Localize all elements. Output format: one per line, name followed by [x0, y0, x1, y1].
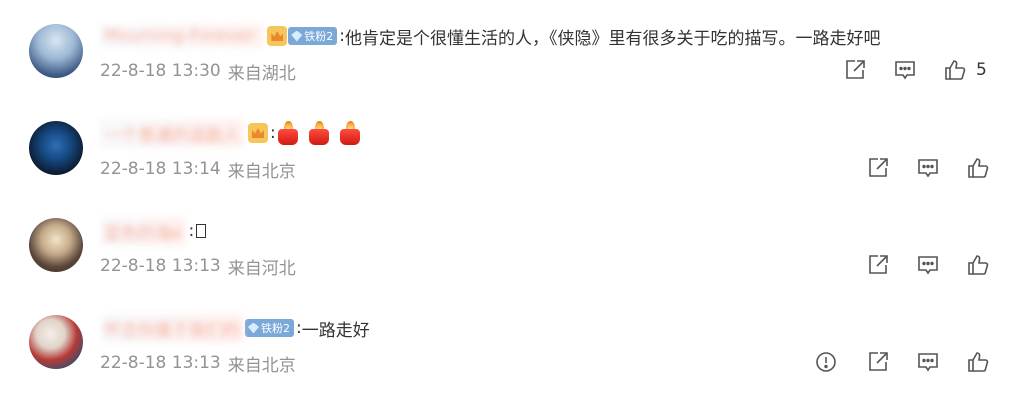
comment-text: 他肯定是个很懂生活的人，《侠隐》里有很多关于吃的描写。一路走好吧: [345, 28, 881, 49]
fan-badge[interactable]: 铁粉2: [245, 319, 294, 337]
unrendered-emoji-icon: [196, 224, 207, 238]
comment-text: 一路走好: [301, 320, 370, 341]
share-icon[interactable]: [865, 349, 891, 375]
like-icon[interactable]: [965, 252, 991, 278]
gem-icon: [291, 30, 303, 42]
comment-time: 22-8-18 13:30: [100, 61, 221, 81]
comment-icon[interactable]: [915, 155, 941, 181]
gem-icon: [248, 322, 259, 334]
username[interactable]: 怀念你属于我们的: [100, 313, 244, 343]
share-icon[interactable]: [865, 252, 891, 278]
comment-time: 22-8-18 13:13: [100, 353, 221, 373]
report-icon[interactable]: [813, 349, 839, 375]
crown-badge-icon: [248, 123, 268, 143]
candle-emoji-icon: [276, 121, 300, 145]
username[interactable]: 一个普通的追剧人: [100, 118, 244, 148]
comment-time: 22-8-18 13:13: [100, 256, 221, 276]
candle-emoji-icon: [307, 121, 331, 145]
share-icon[interactable]: [842, 57, 868, 83]
like-icon[interactable]: [965, 155, 991, 181]
avatar[interactable]: [29, 24, 83, 78]
comment-location: 来自北京: [227, 355, 296, 376]
colon: :: [188, 221, 195, 241]
like-icon[interactable]: [942, 57, 968, 83]
avatar[interactable]: [29, 218, 83, 272]
crown-badge-icon: [267, 26, 288, 46]
share-icon[interactable]: [865, 155, 891, 181]
comment-icon[interactable]: [892, 57, 918, 83]
comment-location: 来自河北: [227, 258, 296, 279]
username[interactable]: 蓝色的海e: [100, 216, 187, 246]
comment-icon[interactable]: [915, 349, 941, 375]
comment-time: 22-8-18 13:14: [100, 159, 221, 179]
comment-location: 来自湖北: [227, 63, 296, 84]
comment-location: 来自北京: [227, 161, 296, 182]
fan-badge[interactable]: 铁粉2: [288, 27, 338, 45]
avatar[interactable]: [29, 315, 83, 369]
like-count: 5: [976, 60, 987, 80]
candle-emoji-icon: [338, 121, 362, 145]
avatar[interactable]: [29, 121, 83, 175]
like-icon[interactable]: [965, 349, 991, 375]
username[interactable]: Mourning-Forever·: [100, 24, 264, 48]
comment-icon[interactable]: [915, 252, 941, 278]
